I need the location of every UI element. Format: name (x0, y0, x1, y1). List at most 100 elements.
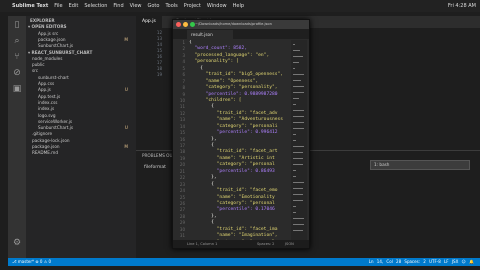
tab-result-json[interactable]: result.json (187, 30, 233, 39)
status-right[interactable]: Ln 14, Col 28 Spaces: 2 UTF-8 LF JSX ☺ 🔔 (369, 258, 474, 266)
menu-item[interactable]: Project (184, 3, 201, 9)
menu-item[interactable]: Window (207, 3, 227, 9)
status-bar: ⎇ master* ⊗ 0 ⚠ 0 Ln 14, Col 28 Spaces: … (8, 258, 480, 266)
code-line[interactable]: "percentile": 0.996412 (189, 130, 289, 136)
code-line[interactable]: "name": "Adventurousness (189, 117, 289, 123)
extensions-icon[interactable]: ▣ (12, 84, 22, 94)
explorer-title: EXPLORER (30, 18, 55, 23)
tab-app-js[interactable]: App.js (136, 16, 162, 28)
sublime-tab-bar: result.json (173, 29, 309, 39)
menu-item[interactable]: Help (233, 3, 244, 9)
menu-item[interactable]: File (54, 3, 62, 9)
minimap-line (293, 212, 296, 213)
minimap-line (293, 56, 303, 57)
menu-item[interactable]: Find (113, 3, 123, 9)
minimap-line (293, 194, 304, 195)
open-editors-header[interactable]: ▾ OPEN EDITORS (26, 24, 136, 30)
minimap-line (293, 152, 304, 153)
terminal-output: fileformat (144, 165, 166, 170)
minimap-line (293, 170, 297, 171)
clock[interactable]: Fri 4:28 AM (448, 3, 476, 9)
menu-item[interactable]: View (130, 3, 142, 9)
file-tree-item[interactable]: App.css (26, 81, 136, 87)
close-icon[interactable] (176, 22, 181, 27)
minimap-line (293, 218, 304, 219)
minimap-line (293, 98, 300, 99)
maximize-icon[interactable] (190, 22, 195, 27)
file-tree-item[interactable]: App.js U (26, 87, 136, 93)
file-tree-item[interactable]: package.json M (26, 144, 136, 150)
file-tree-item[interactable]: App.test.js (26, 94, 136, 100)
code-line[interactable]: "category": "personality", (189, 85, 289, 91)
menu-item[interactable]: Tools (165, 3, 177, 9)
file-tree-item[interactable]: public (26, 62, 136, 68)
file-tree-item[interactable]: sunburst-chart (26, 75, 136, 81)
editor-line-numbers: 12 13 14 15 16 17 18 19 (136, 30, 166, 78)
file-tree-item[interactable]: index.css (26, 100, 136, 106)
minimap-line (293, 230, 304, 231)
minimap-line (293, 128, 304, 129)
cursor-position: Line 1, Column 1 (187, 242, 218, 246)
code-line[interactable]: "name": "Emotionality (189, 195, 289, 201)
search-icon[interactable]: ⌕ (12, 36, 22, 46)
open-editor-item[interactable]: App.js src (26, 31, 136, 37)
file-tree-item[interactable]: node_modules (26, 56, 136, 62)
minimap-line (293, 146, 304, 147)
minimap-line (293, 86, 304, 87)
open-editor-item[interactable]: SunburstChart.js (26, 43, 136, 49)
menu-item[interactable]: Edit (69, 3, 79, 9)
sublime-gutter: 1 2 3 4 5 6 7 8 9 10 11 12 13 14 15 16 17 18 19 20 21 22 23 24 2… (173, 40, 187, 246)
debug-icon[interactable]: ⊘ (12, 68, 22, 78)
files-icon[interactable]: ▯ (12, 20, 22, 30)
code-line[interactable]: "category": "personal (189, 162, 289, 168)
indent-setting[interactable]: Spaces: 2 (257, 240, 274, 248)
minimap-line (293, 50, 300, 51)
minimap-line (293, 80, 302, 81)
minimap-line (293, 176, 296, 177)
gear-icon[interactable]: ⚙ (12, 238, 22, 248)
git-status-badge: M (124, 36, 128, 42)
minimap-line (293, 68, 295, 69)
sublime-code[interactable]: { "word_count": 8582, "processed_languag… (189, 40, 289, 246)
menu-item[interactable]: Sublime Text (12, 3, 48, 9)
project-header[interactable]: ▾ REACT_SUNBURST_CHART (26, 50, 136, 56)
file-tree-item[interactable]: logo.svg (26, 113, 136, 119)
file-tree-item[interactable]: package-lock.json (26, 138, 136, 144)
minimap-line (293, 62, 299, 63)
status-left[interactable]: ⎇ master* ⊗ 0 ⚠ 0 (12, 258, 51, 266)
minimap-line (293, 188, 304, 189)
code-line[interactable]: "percentile": 0.17046 (189, 207, 289, 213)
terminal-select[interactable]: 1: bash (370, 160, 470, 170)
minimize-icon[interactable] (183, 22, 188, 27)
git-status-badge: U (124, 87, 128, 93)
code-line[interactable]: "name": "Imagination", (189, 233, 289, 239)
source-control-icon[interactable]: ⑂ (12, 52, 22, 62)
file-tree-item[interactable]: index.js (26, 106, 136, 112)
activity-bar: ▯ ⌕ ⑂ ⊘ ▣ ⚙ (8, 16, 26, 258)
code-line[interactable]: "trait_id": "facet_emo (189, 188, 289, 194)
minimap-line (293, 182, 304, 183)
code-line[interactable]: "percentile": 0.9889987280 (189, 92, 289, 98)
file-tree-item[interactable]: src (26, 68, 136, 74)
code-line[interactable]: "trait_id": "big5_openness", (189, 72, 289, 78)
open-editor-item[interactable]: package.json M (26, 37, 136, 43)
syntax-setting[interactable]: JSON (285, 240, 294, 248)
file-tree-item[interactable]: serviceWorker.js (26, 119, 136, 125)
git-status-badge: M (124, 144, 128, 149)
sublime-window: ~/Downloads/home/downloads/profile.json … (172, 19, 310, 249)
code-line[interactable]: "trait_id": "facet_art (189, 149, 289, 155)
menu-item[interactable]: Goto (148, 3, 160, 9)
minimap-line (293, 116, 305, 117)
minimap-line (293, 104, 296, 105)
minimap-line (293, 200, 304, 201)
file-tree-item[interactable]: SunburstChart.js U (26, 125, 136, 131)
file-tree-item[interactable]: README.md (26, 150, 136, 156)
line-number: 19 (156, 72, 162, 77)
sublime-status-bar: Line 1, Column 1 Spaces: 2 JSON (173, 240, 309, 248)
file-tree-item[interactable]: .gitignore (26, 131, 136, 137)
sublime-minimap[interactable] (291, 40, 307, 240)
menu-item[interactable]: Selection (84, 3, 107, 9)
minimap-line (293, 110, 304, 111)
minimap-line (293, 92, 304, 93)
git-status-badge: U (124, 125, 128, 131)
